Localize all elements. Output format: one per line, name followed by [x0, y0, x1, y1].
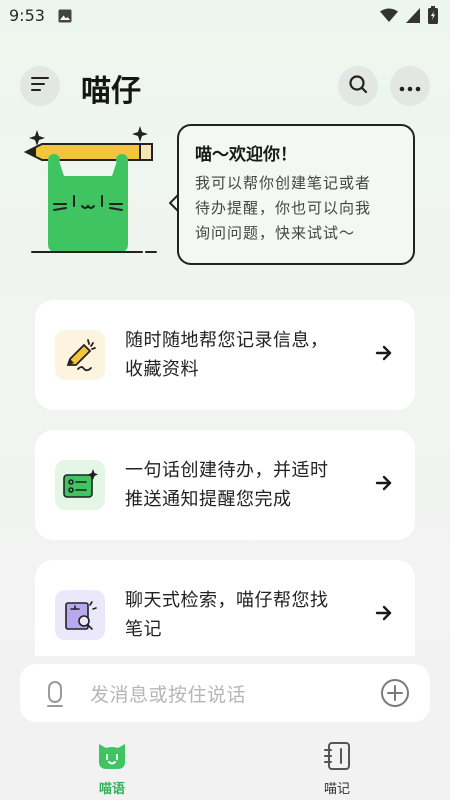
feature-card-record[interactable]: 随时随地帮您记录信息， 收藏资料 — [35, 300, 415, 410]
wifi-icon — [380, 8, 398, 27]
welcome-hero: 喵～欢迎你！ 我可以帮你创建笔记或者 待办提醒，你也可以向我 询问问题，快来试试… — [22, 124, 422, 274]
more-icon — [399, 77, 421, 96]
tab-notes-label: 喵记 — [323, 782, 350, 797]
status-bar: 9:53 — [0, 0, 450, 32]
tab-chat-label: 喵语 — [98, 782, 125, 797]
signal-icon — [406, 7, 420, 27]
menu-icon — [30, 76, 50, 96]
microphone-icon[interactable] — [44, 680, 66, 712]
feature-card-search[interactable]: 聊天式检索，喵仔帮您找 笔记 — [35, 560, 415, 656]
search-button[interactable] — [338, 66, 378, 106]
bottom-tab-bar: 喵语 喵记 — [0, 730, 450, 800]
bubble-line: 询问问题，快来试试～ — [195, 224, 356, 242]
search-note-icon — [55, 590, 105, 640]
app-header: 喵仔 — [0, 64, 450, 109]
more-button[interactable] — [390, 66, 430, 106]
feature-text: 聊天式检索，喵仔帮您找 笔记 — [125, 586, 360, 644]
bubble-title: 喵～欢迎你！ — [195, 145, 297, 165]
page-title: 喵仔 — [81, 74, 141, 109]
message-input[interactable]: 发消息或按住说话 — [90, 680, 246, 707]
feature-line: 推送通知提醒您完成 — [125, 489, 292, 510]
feature-card-todo[interactable]: 一句话创建待办，并适时 推送通知提醒您完成 — [35, 430, 415, 540]
feature-text: 随时随地帮您记录信息， 收藏资料 — [125, 326, 360, 384]
arrow-right-icon — [375, 604, 393, 626]
battery-icon — [428, 6, 438, 28]
notebook-icon — [321, 742, 353, 776]
feature-line: 聊天式检索，喵仔帮您找 — [125, 590, 329, 611]
feature-line: 笔记 — [125, 619, 162, 640]
cat-chat-icon — [95, 744, 129, 776]
cat-mascot-icon — [22, 124, 162, 268]
speech-bubble: 喵～欢迎你！ 我可以帮你创建笔记或者 待办提醒，你也可以向我 询问问题，快来试试… — [177, 124, 415, 265]
search-icon — [348, 74, 368, 98]
gallery-icon — [58, 8, 72, 27]
tab-chat[interactable]: 喵语 — [72, 740, 152, 797]
status-time: 9:53 — [9, 6, 45, 25]
feature-text: 一句话创建待办，并适时 推送通知提醒您完成 — [125, 456, 360, 514]
menu-button[interactable] — [20, 66, 60, 106]
feature-line: 一句话创建待办，并适时 — [125, 460, 329, 481]
note-pencil-icon — [55, 330, 105, 380]
feature-line: 随时随地帮您记录信息， — [125, 330, 329, 351]
message-input-bar: 发消息或按住说话 — [20, 664, 430, 722]
bubble-line: 待办提醒，你也可以向我 — [195, 199, 372, 217]
todo-list-icon — [55, 460, 105, 510]
bubble-text: 我可以帮你创建笔记或者 待办提醒，你也可以向我 询问问题，快来试试～ — [195, 171, 397, 246]
add-icon[interactable] — [380, 678, 410, 712]
arrow-right-icon — [375, 344, 393, 366]
tab-notes[interactable]: 喵记 — [297, 740, 377, 797]
feature-line: 收藏资料 — [125, 359, 199, 380]
arrow-right-icon — [375, 474, 393, 496]
bubble-line: 我可以帮你创建笔记或者 — [195, 174, 372, 192]
